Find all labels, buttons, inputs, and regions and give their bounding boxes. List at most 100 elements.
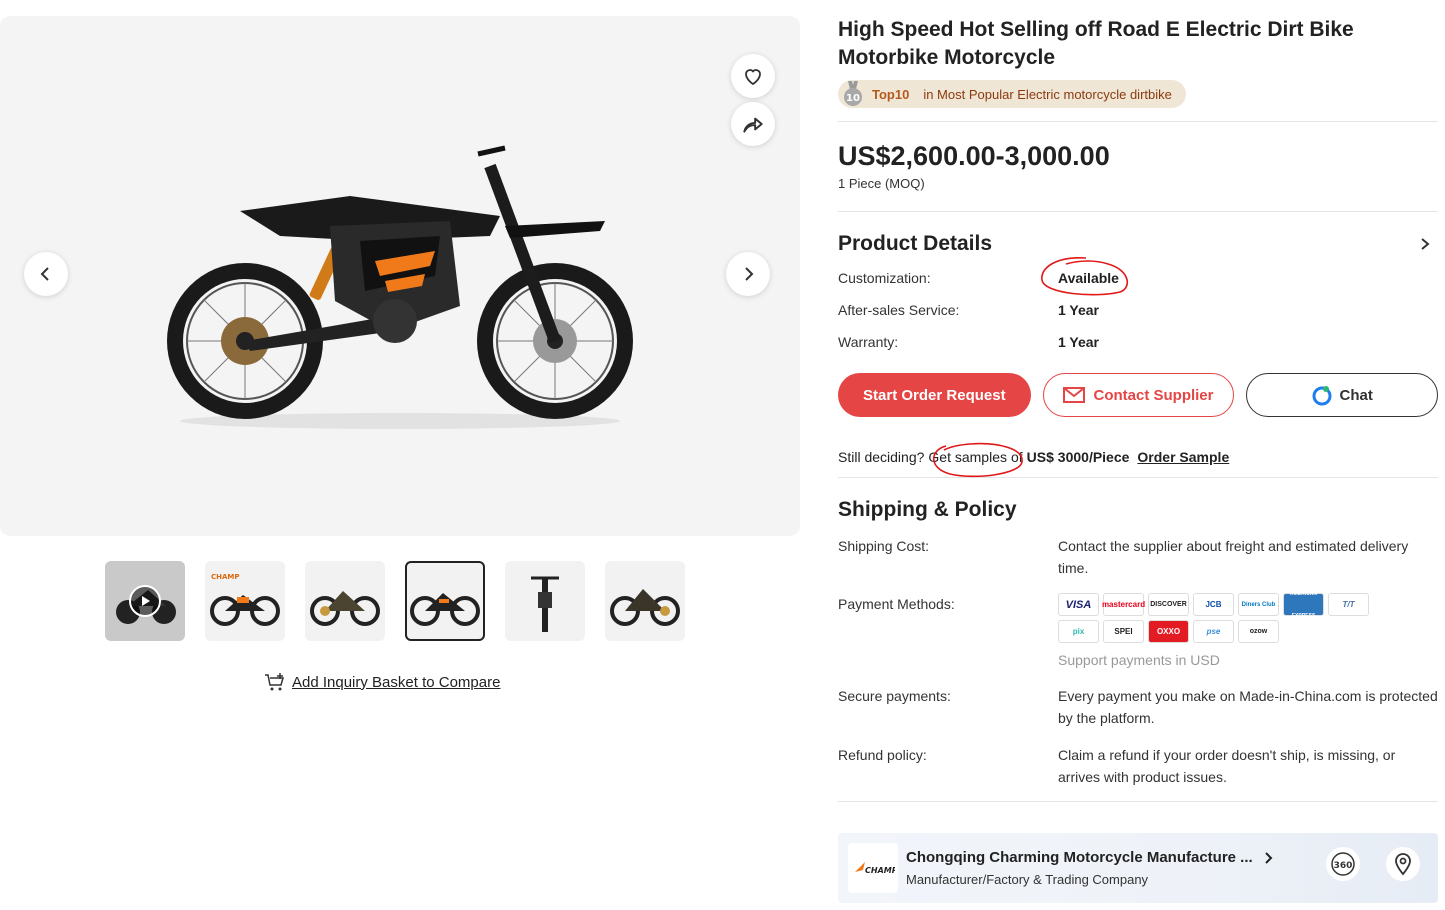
contact-supplier-label: Contact Supplier — [1093, 386, 1214, 404]
bike-thumbnail-icon — [610, 589, 680, 626]
product-details-header[interactable]: Product Details — [838, 232, 1438, 256]
thumbnail-image-3[interactable] — [405, 561, 485, 641]
heart-icon — [745, 69, 761, 86]
product-info-panel: High Speed Hot Selling off Road E Electr… — [838, 16, 1438, 802]
action-buttons: Start Order Request Contact Supplier Cha… — [838, 373, 1438, 417]
detail-row-after-sales: After-sales Service: 1 Year — [838, 294, 1438, 326]
price-range: US$2,600.00-3,000.00 — [838, 141, 1110, 171]
medal-icon: 10 — [840, 81, 866, 107]
share-icon — [743, 117, 763, 133]
detail-row-customization: Customization: Available — [838, 262, 1438, 294]
divider — [838, 801, 1438, 802]
shipping-cost-value: Contact the supplier about freight and e… — [1058, 538, 1409, 576]
supplier-type: Manufacturer/Factory & Trading Company — [906, 872, 1149, 887]
refund-policy-label: Refund policy: — [838, 747, 927, 763]
chevron-right-icon — [745, 267, 754, 281]
supplier-logo-text: CHAMP — [865, 866, 895, 875]
payment-icons: VISA mastercard DISCOVER JCB Diners Club… — [1058, 591, 1378, 643]
shipping-policy-title: Shipping & Policy — [838, 498, 1017, 521]
detail-row-warranty: Warranty: 1 Year — [838, 326, 1438, 358]
sample-price: US$ 3000/Piece — [1026, 449, 1130, 465]
ozow-icon: ozow — [1238, 620, 1279, 643]
contact-supplier-button[interactable]: Contact Supplier — [1042, 373, 1235, 417]
next-image-button[interactable] — [726, 252, 770, 296]
secure-payments-label: Secure payments: — [838, 688, 951, 704]
bike-front-thumbnail-icon — [531, 576, 559, 632]
order-sample-link[interactable]: Order Sample — [1137, 449, 1229, 465]
pse-icon: pse — [1193, 620, 1234, 643]
cart-plus-icon — [265, 673, 284, 691]
sample-prefix: Still deciding? — [838, 449, 925, 465]
detail-label: After-sales Service: — [838, 302, 960, 318]
refund-policy-value: Claim a refund if your order doesn't shi… — [1058, 747, 1396, 785]
chat-button[interactable]: Chat — [1246, 373, 1438, 417]
medal-number: 10 — [846, 93, 860, 104]
detail-value: 1 Year — [1058, 334, 1100, 350]
shipping-cost-label: Shipping Cost: — [838, 538, 930, 554]
visa-icon: VISA — [1058, 593, 1099, 616]
detail-label: Warranty: — [838, 334, 899, 350]
annotation-circle — [1041, 257, 1129, 296]
prev-image-button[interactable] — [24, 252, 68, 296]
bike-thumbnail-icon — [310, 591, 380, 626]
diners-club-icon: Diners Club — [1238, 593, 1279, 616]
detail-label: Customization: — [838, 270, 931, 286]
supplier-logo: CHAMP — [848, 843, 898, 893]
thumbnail-image-4[interactable] — [505, 561, 585, 641]
refund-policy-row: Refund policy: Claim a refund if your or… — [838, 744, 1438, 788]
thumbnail-brand-mark: CHAMP — [211, 573, 240, 581]
play-icon — [129, 585, 161, 617]
tour-360-button[interactable]: 360 — [1326, 847, 1360, 881]
product-image-gallery — [0, 16, 800, 536]
bike-thumbnail-icon — [410, 593, 480, 626]
thumbnail-image-2[interactable] — [305, 561, 385, 641]
payment-methods-row: Payment Methods: VISA mastercard DISCOVE… — [838, 591, 1438, 671]
payment-currency-note: Support payments in USD — [1058, 652, 1220, 668]
chat-label: Chat — [1339, 386, 1373, 404]
product-details-title: Product Details — [838, 232, 993, 255]
rank-category: in Most Popular Electric motorcycle dirt… — [923, 86, 1172, 102]
spei-icon: SPEI — [1103, 620, 1144, 643]
add-to-compare-link[interactable]: Add Inquiry Basket to Compare — [264, 672, 500, 692]
share-button[interactable] — [731, 102, 775, 146]
shipping-cost-row: Shipping Cost: Contact the supplier abou… — [838, 535, 1438, 579]
tt-icon: T/T — [1328, 593, 1369, 616]
mail-icon — [1063, 387, 1086, 403]
supplier-name[interactable]: Chongqing Charming Motorcycle Manufactur… — [906, 849, 1253, 866]
location-button[interactable] — [1386, 847, 1420, 881]
discover-icon: DISCOVER — [1148, 593, 1189, 616]
favorite-button[interactable] — [731, 54, 775, 98]
chevron-left-icon — [40, 267, 49, 281]
amex-icon: AMERICAN EXPRESS — [1283, 591, 1324, 619]
thumbnail-strip: CHAMP — [105, 561, 685, 641]
divider — [838, 211, 1438, 212]
chevron-right-icon — [1421, 238, 1430, 250]
divider — [838, 121, 1438, 122]
chevron-right-icon — [1264, 851, 1273, 864]
tour-360-label: 360 — [1334, 861, 1353, 871]
supplier-card[interactable]: CHAMP Chongqing Charming Motorcycle Manu… — [838, 833, 1438, 903]
jcb-icon: JCB — [1193, 593, 1234, 616]
thumbnail-image-1[interactable]: CHAMP — [205, 561, 285, 641]
min-order-quantity: 1 Piece (MOQ) — [838, 176, 925, 191]
payment-methods-label: Payment Methods: — [838, 596, 955, 612]
secure-payments-value: Every payment you make on Made-in-China.… — [1058, 688, 1438, 726]
detail-value: 1 Year — [1058, 302, 1100, 318]
location-pin-icon — [1395, 853, 1411, 876]
mastercard-icon: mastercard — [1102, 593, 1145, 616]
thumbnail-video[interactable] — [105, 561, 185, 641]
bike-thumbnail-icon: CHAMP — [210, 573, 280, 626]
main-product-image — [167, 145, 633, 429]
oxxo-icon: OXXO — [1148, 620, 1189, 643]
secure-payments-row: Secure payments: Every payment you make … — [838, 685, 1438, 729]
pix-icon: pix — [1058, 620, 1099, 643]
ranking-badge[interactable]: 10 Top10 in Most Popular Electric motorc… — [838, 80, 1186, 108]
compare-label: Add Inquiry Basket to Compare — [292, 673, 501, 691]
rank-label: Top10 — [872, 86, 910, 102]
annotation-circle — [932, 442, 1023, 478]
tour-360-icon: 360 — [1331, 852, 1355, 876]
chat-icon — [1312, 386, 1332, 406]
thumbnail-image-5[interactable] — [605, 561, 685, 641]
start-order-button[interactable]: Start Order Request — [838, 373, 1031, 417]
product-title: High Speed Hot Selling off Road E Electr… — [838, 18, 1354, 69]
